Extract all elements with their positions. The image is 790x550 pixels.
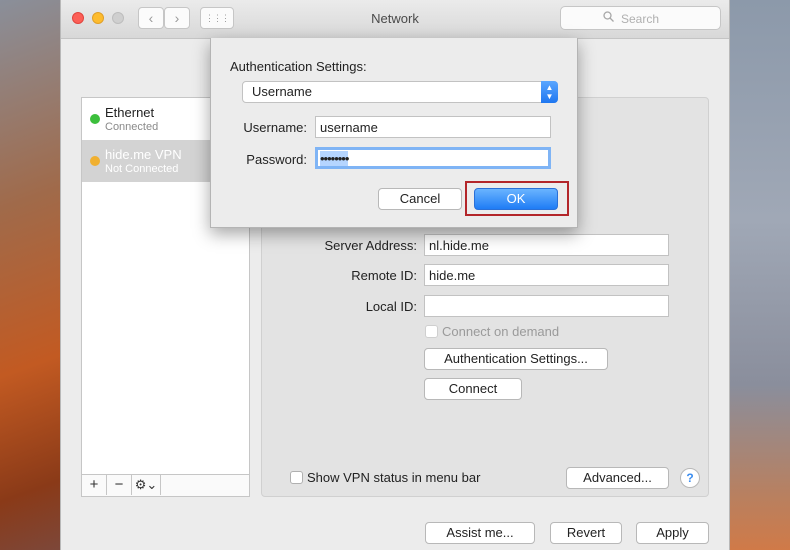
- revert-button[interactable]: Revert: [550, 522, 622, 544]
- authentication-settings-button[interactable]: Authentication Settings...: [424, 348, 608, 370]
- remote-id-label: Remote ID:: [351, 268, 417, 283]
- authentication-method-value: Username: [252, 84, 312, 99]
- minus-icon: −: [114, 476, 124, 493]
- service-status: Connected: [105, 121, 159, 133]
- title-bar: ‹ › ⋮⋮⋮ Network Search: [61, 0, 729, 39]
- desktop-wallpaper: [728, 0, 790, 550]
- authentication-settings-sheet: Authentication Settings: Username ▲ ▼ Use…: [210, 38, 578, 228]
- action-menu-button[interactable]: ⚙⌄: [132, 475, 161, 495]
- remove-service-button[interactable]: −: [107, 475, 132, 495]
- status-dot-yellow: [90, 156, 100, 166]
- service-name: hide.me VPN: [105, 147, 182, 162]
- username-label: Username:: [243, 120, 307, 135]
- sheet-title: Authentication Settings:: [230, 59, 367, 74]
- password-field[interactable]: ••••••••: [315, 147, 551, 169]
- select-arrows-icon: ▲ ▼: [541, 81, 558, 103]
- server-address-label: Server Address:: [324, 238, 418, 253]
- search-input[interactable]: Search: [560, 6, 721, 30]
- add-service-button[interactable]: +: [82, 475, 107, 495]
- status-dot-green: [90, 114, 100, 124]
- gear-icon: ⚙⌄: [134, 477, 158, 492]
- authentication-method-select[interactable]: Username ▲ ▼: [242, 81, 558, 103]
- plus-icon: +: [89, 476, 99, 493]
- ok-button[interactable]: OK: [474, 188, 558, 210]
- password-value: ••••••••: [320, 151, 349, 166]
- local-id-label: Local ID:: [365, 299, 417, 314]
- password-label: Password:: [246, 152, 307, 167]
- connect-on-demand-label: Connect on demand: [442, 324, 560, 339]
- help-icon: ?: [686, 471, 694, 485]
- search-placeholder: Search: [621, 12, 660, 26]
- connect-on-demand-checkbox[interactable]: [425, 325, 438, 338]
- cancel-button[interactable]: Cancel: [378, 188, 462, 210]
- search-icon: [603, 11, 614, 25]
- help-button[interactable]: ?: [680, 468, 700, 488]
- service-status: Not Connected: [105, 163, 179, 175]
- remote-id-field[interactable]: hide.me: [424, 264, 669, 286]
- advanced-button[interactable]: Advanced...: [566, 467, 669, 489]
- show-vpn-status-label: Show VPN status in menu bar: [307, 470, 481, 485]
- connect-button[interactable]: Connect: [424, 378, 522, 400]
- show-vpn-status-checkbox[interactable]: [290, 471, 303, 484]
- server-address-field[interactable]: nl.hide.me: [424, 234, 669, 256]
- service-list-toolbar: + − ⚙⌄: [82, 474, 249, 496]
- username-field[interactable]: username: [315, 116, 551, 138]
- local-id-field[interactable]: [424, 295, 669, 317]
- apply-button[interactable]: Apply: [636, 522, 709, 544]
- service-name: Ethernet: [105, 105, 155, 120]
- assist-me-button[interactable]: Assist me...: [425, 522, 535, 544]
